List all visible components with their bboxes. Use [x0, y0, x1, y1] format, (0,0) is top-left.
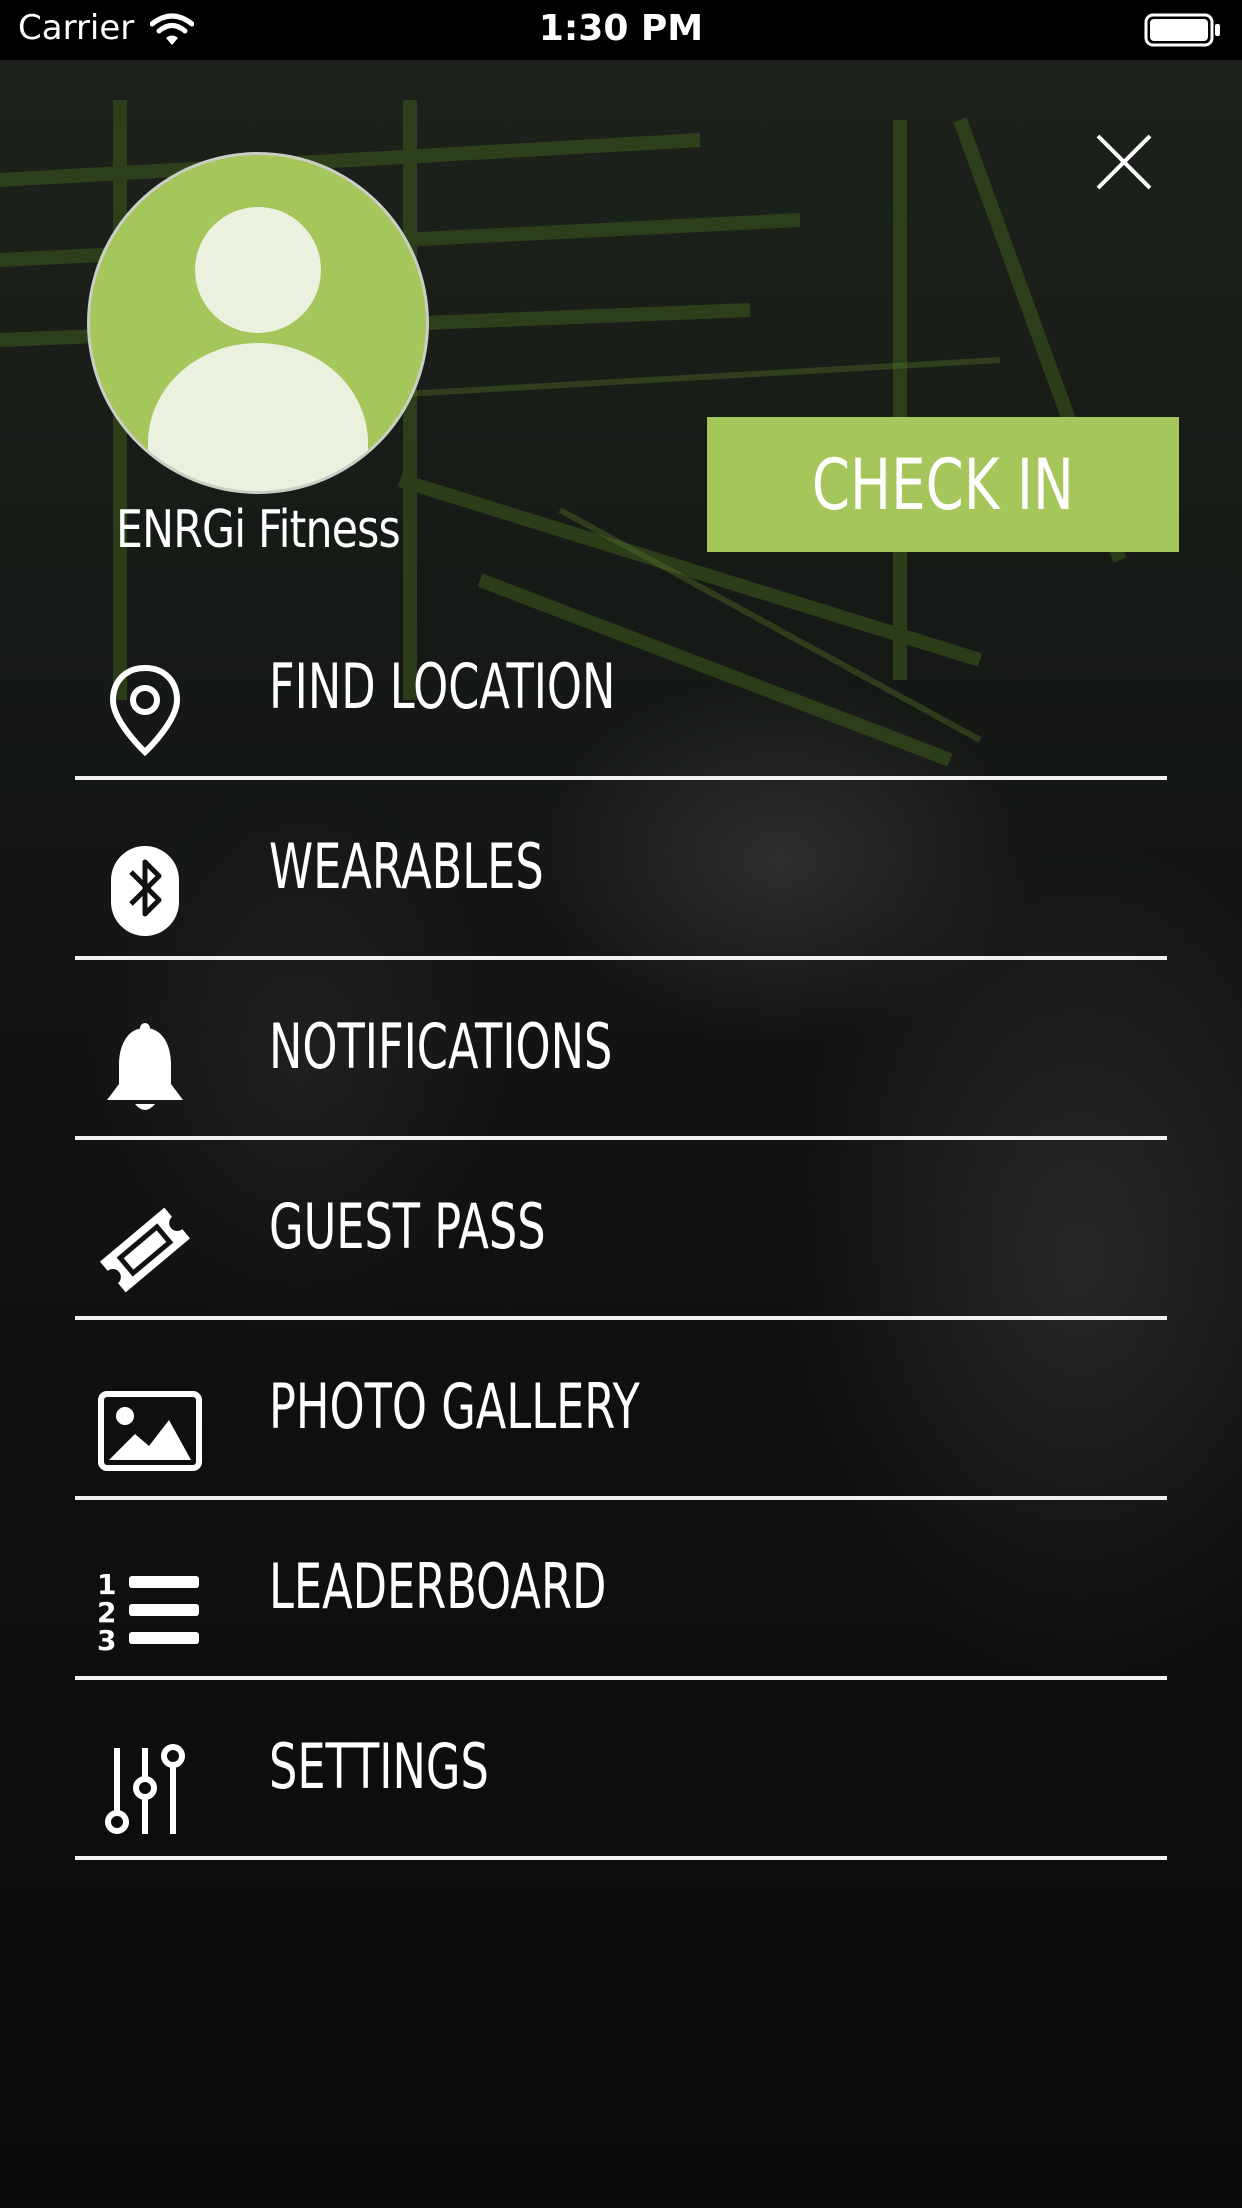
battery-icon [1144, 13, 1220, 47]
svg-text:3: 3 [97, 1624, 116, 1657]
menu-item-label: WEARABLES [269, 830, 544, 903]
menu-item-label: GUEST PASS [269, 1190, 546, 1263]
ordered-list-icon: 1 2 3 [97, 1568, 199, 1657]
menu-item-label: PHOTO GALLERY [269, 1370, 640, 1443]
menu-item-wearables[interactable]: WEARABLES [75, 780, 1167, 960]
bluetooth-icon [111, 846, 179, 936]
menu-item-leaderboard[interactable]: 1 2 3 LEADERBOARD [75, 1500, 1167, 1680]
menu-item-label: LEADERBOARD [269, 1550, 607, 1623]
bell-icon [107, 1023, 183, 1110]
ticket-icon [99, 1207, 191, 1293]
avatar-body [148, 343, 368, 491]
menu-item-find-location[interactable]: FIND LOCATION [75, 600, 1167, 780]
image-icon [98, 1391, 202, 1471]
menu-item-guest-pass[interactable]: GUEST PASS [75, 1140, 1167, 1320]
location-pin-icon [109, 664, 181, 757]
side-menu-screen: Carrier 1:30 PM ENRGi Fitness CHECK IN F… [0, 0, 1242, 2208]
menu-item-label: FIND LOCATION [269, 650, 616, 723]
menu-item-label: NOTIFICATIONS [269, 1010, 613, 1083]
menu-item-label: SETTINGS [269, 1730, 489, 1803]
status-time: 1:30 PM [538, 8, 704, 49]
sliders-icon [105, 1744, 185, 1834]
gym-name: ENRGi Fitness [116, 500, 401, 560]
status-bar: Carrier 1:30 PM [0, 0, 1242, 60]
menu-item-notifications[interactable]: NOTIFICATIONS [75, 960, 1167, 1140]
check-in-label: CHECK IN [812, 443, 1074, 526]
avatar-head [195, 207, 321, 333]
check-in-button[interactable]: CHECK IN [707, 417, 1179, 552]
close-icon[interactable] [1092, 130, 1156, 194]
avatar[interactable] [90, 155, 426, 491]
menu-item-settings[interactable]: SETTINGS [75, 1680, 1167, 1860]
menu-item-photo-gallery[interactable]: PHOTO GALLERY [75, 1320, 1167, 1500]
